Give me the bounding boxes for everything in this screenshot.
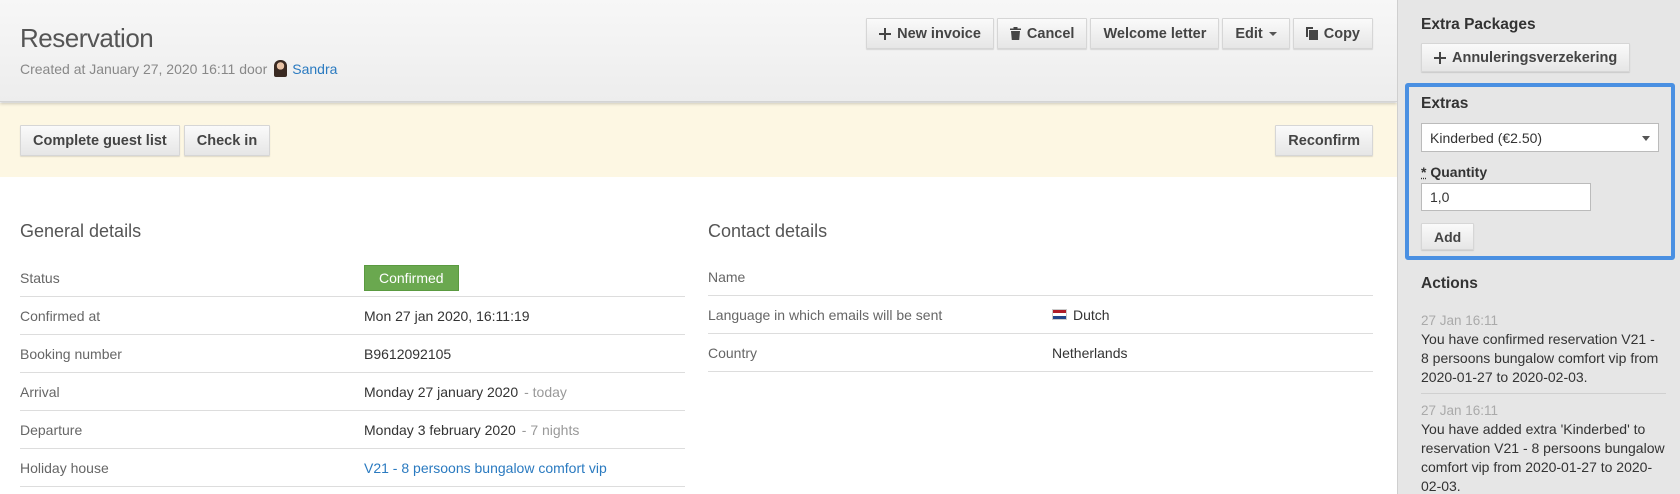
general-details-title: General details [20,221,142,241]
created-text: Created at January 27, 2020 16:11 door [20,60,268,77]
sidebar: Extra Packages Annuleringsverzekering Ex… [1397,0,1680,494]
check-in-button[interactable]: Check in [183,125,271,156]
detail-value: Mon 27 jan 2020, 16:11:19 [364,307,530,324]
contact-details-list: Name Language in which emails will be se… [708,259,1373,372]
arrival-note: - today [524,383,567,400]
trash-icon [1009,27,1021,40]
quantity-input[interactable]: 1,0 [1421,183,1591,211]
action-bar-left: Complete guest list Check in [20,125,271,156]
detail-key: Confirmed at [20,307,101,324]
detail-value: Monday 3 february 2020 [364,421,516,438]
detail-value: B9612092105 [364,345,452,362]
contact-row-language: Language in which emails will be sent Du… [708,296,1373,334]
copy-label: Copy [1323,25,1360,42]
detail-value: Netherlands [1052,344,1128,361]
copy-icon [1305,27,1318,40]
action-bar: Complete guest list Check in Reconfirm [0,103,1397,177]
complete-guest-list-button[interactable]: Complete guest list [20,125,180,156]
plus-icon [879,27,892,40]
departure-note: - 7 nights [521,421,580,438]
annuleringsverzekering-label: Annuleringsverzekering [1452,49,1618,66]
cancel-label: Cancel [1026,25,1075,42]
add-label: Add [1434,228,1462,245]
detail-key: Language in which emails will be sent [708,306,943,323]
general-details-list: Status Confirmed Confirmed at Mon 27 jan… [20,260,685,487]
action-time: 27 Jan 16:11 [1421,313,1499,328]
action-bar-right: Reconfirm [1275,125,1373,156]
detail-key: Holiday house [20,459,109,476]
extra-packages-title: Extra Packages [1421,16,1536,33]
detail-key: Status [20,270,60,286]
new-invoice-label: New invoice [897,25,981,42]
detail-key: Arrival [20,383,60,400]
quantity-value: 1,0 [1430,189,1450,205]
edit-dropdown-button[interactable]: Edit [1222,18,1290,49]
main-content: Reservation Created at January 27, 2020 … [0,0,1397,494]
contact-row-name: Name [708,259,1373,296]
new-invoice-button[interactable]: New invoice [866,18,994,49]
action-time: 27 Jan 16:11 [1421,403,1499,418]
extras-select[interactable]: Kinderbed (€2.50) [1421,123,1659,152]
header-toolbar: New invoice Cancel Welcome letter Edit C… [866,18,1373,49]
quantity-label: * Quantity [1421,164,1487,180]
contact-details-title: Contact details [708,221,828,241]
actions-title: Actions [1421,275,1478,292]
detail-row-holiday-house: Holiday house V21 - 8 persoons bungalow … [20,449,685,487]
check-in-label: Check in [196,132,258,149]
cancel-button[interactable]: Cancel [996,18,1088,49]
plus-icon [1434,51,1446,64]
welcome-letter-button[interactable]: Welcome letter [1090,18,1220,49]
detail-row-status: Status Confirmed [20,260,685,297]
action-text: You have confirmed reservation V21 - 8 p… [1421,331,1659,385]
detail-key: Departure [20,421,83,438]
detail-row-departure: Departure Monday 3 february 2020 - 7 nig… [20,411,685,449]
action-separator [1421,393,1666,394]
page-title: Reservation [20,23,154,53]
detail-key: Name [708,269,746,285]
reconfirm-label: Reconfirm [1288,132,1360,149]
action-log-item: 27 Jan 16:11 You have added extra 'Kinde… [1421,401,1666,494]
detail-row-confirmed-at: Confirmed at Mon 27 jan 2020, 16:11:19 [20,297,685,335]
created-info: Created at January 27, 2020 16:11 door S… [20,60,337,77]
extras-title: Extras [1421,95,1469,112]
edit-label: Edit [1235,25,1263,42]
copy-button[interactable]: Copy [1292,18,1373,49]
dropdown-arrow-icon [1642,136,1650,141]
caret-down-icon [1268,31,1277,36]
contact-row-country: Country Netherlands [708,334,1373,372]
action-log-item: 27 Jan 16:11 You have confirmed reservat… [1421,311,1666,387]
complete-guest-list-label: Complete guest list [33,132,167,149]
user-avatar-icon [274,60,288,77]
action-text: You have added extra 'Kinderbed' to rese… [1421,421,1665,494]
detail-key: Booking number [20,345,122,362]
detail-row-booking-number: Booking number B9612092105 [20,335,685,373]
status-badge: Confirmed [364,265,459,291]
extras-selected-value: Kinderbed (€2.50) [1430,129,1543,146]
detail-key: Country [708,344,758,361]
created-user-link[interactable]: Sandra [292,61,337,77]
page-header: Reservation Created at January 27, 2020 … [0,0,1397,102]
detail-value: Dutch [1073,306,1110,323]
add-extra-button[interactable]: Add [1421,223,1475,250]
annuleringsverzekering-button[interactable]: Annuleringsverzekering [1421,43,1631,72]
required-mark: * [1421,164,1427,180]
detail-row-arrival: Arrival Monday 27 january 2020 - today [20,373,685,411]
detail-value: Monday 27 january 2020 [364,383,519,400]
holiday-house-link[interactable]: V21 - 8 persoons bungalow comfort vip [364,460,607,476]
reconfirm-button[interactable]: Reconfirm [1275,125,1373,156]
quantity-label-text: Quantity [1430,164,1488,180]
netherlands-flag-icon [1052,309,1067,320]
welcome-letter-label: Welcome letter [1103,25,1207,42]
